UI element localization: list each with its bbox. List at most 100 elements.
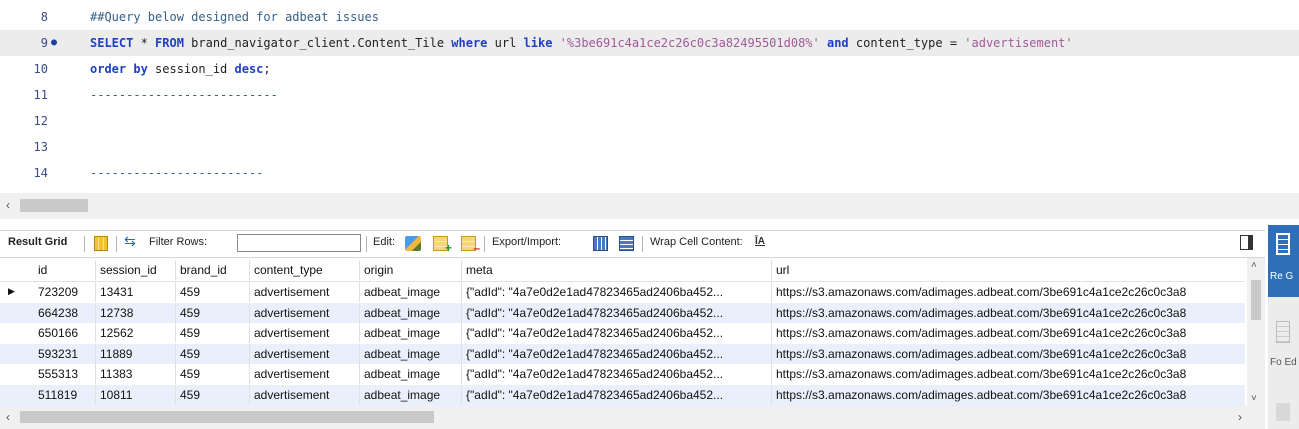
table-row[interactable]: 511819 10811 459 advertisement adbeat_image{…: [0, 384, 1252, 406]
table-cell[interactable]: advertisement: [250, 384, 360, 405]
code-token: 'advertisement': [964, 36, 1073, 50]
table-cell[interactable]: adbeat_image: [360, 343, 462, 364]
edit-pencil-icon[interactable]: [405, 236, 421, 251]
code-line[interactable]: 13: [0, 134, 1299, 160]
table-cell[interactable]: adbeat_image: [360, 323, 462, 343]
table-cell[interactable]: adbeat_image: [360, 364, 462, 384]
code-line[interactable]: 14 ------------------------: [0, 160, 1299, 186]
scroll-down-icon[interactable]: ˅: [1251, 393, 1257, 404]
table-cell[interactable]: 723209: [34, 282, 96, 302]
grid-hscroll-thumb[interactable]: [20, 411, 434, 423]
filter-icon[interactable]: ⇆: [124, 233, 140, 249]
table-cell[interactable]: advertisement: [250, 364, 360, 384]
import-icon[interactable]: [619, 236, 634, 251]
export-icon[interactable]: [593, 236, 608, 251]
table-row[interactable]: 555313 11383 459 advertisement adbeat_image{…: [0, 364, 1252, 386]
table-cell[interactable]: advertisement: [250, 302, 360, 323]
table-cell[interactable]: 593231: [34, 343, 96, 364]
table-cell[interactable]: 459: [176, 364, 250, 384]
table-cell[interactable]: 13431: [96, 282, 176, 302]
code-line[interactable]: 11 --------------------------: [0, 82, 1299, 108]
table-cell[interactable]: 459: [176, 302, 250, 323]
table-cell[interactable]: 459: [176, 384, 250, 405]
table-cell[interactable]: {"adId": "4a7e0d2e1ad47823465ad2406ba452…: [462, 384, 772, 405]
table-cell[interactable]: 511819: [34, 384, 96, 405]
grid-layout-icon[interactable]: [94, 236, 108, 251]
table-cell[interactable]: 459: [176, 282, 250, 302]
code-text[interactable]: ##Query below designed for adbeat issues: [90, 4, 379, 30]
code-line[interactable]: 8 ##Query below designed for adbeat issue…: [0, 4, 1299, 30]
table-cell[interactable]: advertisement: [250, 282, 360, 302]
code-text[interactable]: --------------------------: [90, 82, 278, 108]
editor-horizontal-scrollbar[interactable]: ‹: [0, 193, 1299, 219]
code-text[interactable]: SELECT * FROM brand_navigator_client.Con…: [90, 30, 1073, 56]
table-row[interactable]: 650166 12562 459 advertisement adbeat_image{…: [0, 323, 1252, 345]
panel-toggle-icon[interactable]: [1240, 235, 1253, 250]
table-cell[interactable]: 11889: [96, 343, 176, 364]
table-cell[interactable]: https://s3.amazonaws.com/adimages.adbeat…: [772, 323, 1252, 343]
column-header-meta[interactable]: meta: [462, 260, 772, 280]
result-grid-label[interactable]: Result Grid: [8, 236, 67, 248]
column-header-content-type[interactable]: content_type: [250, 260, 360, 280]
table-cell[interactable]: https://s3.amazonaws.com/adimages.adbeat…: [772, 384, 1252, 405]
side-form-editor-button[interactable]: Fo Ed: [1268, 321, 1299, 391]
table-cell[interactable]: https://s3.amazonaws.com/adimages.adbeat…: [772, 302, 1252, 323]
grid-horizontal-scrollbar[interactable]: ‹ ›: [0, 406, 1265, 429]
sql-editor[interactable]: 8 ##Query below designed for adbeat issue…: [0, 0, 1299, 193]
editor-scroll-thumb[interactable]: [20, 199, 88, 212]
table-cell[interactable]: {"adId": "4a7e0d2e1ad47823465ad2406ba452…: [462, 364, 772, 384]
column-header-session-id[interactable]: session_id: [96, 260, 176, 280]
side-result-grid-button[interactable]: Re G: [1268, 225, 1299, 297]
scroll-up-icon[interactable]: ˄: [1251, 260, 1257, 271]
code-line[interactable]: 12: [0, 108, 1299, 134]
code-token: order by: [90, 62, 148, 76]
table-cell[interactable]: 664238: [34, 302, 96, 323]
column-header-origin[interactable]: origin: [360, 260, 462, 280]
table-cell[interactable]: 12738: [96, 302, 176, 323]
code-token: '%3be691c4a1ce2c26c0c3a82495501d08%': [559, 36, 820, 50]
table-cell[interactable]: advertisement: [250, 343, 360, 364]
table-cell[interactable]: adbeat_image: [360, 384, 462, 405]
edit-label: Edit:: [373, 236, 396, 248]
table-row[interactable]: ▶ 723209 13431 459 advertisement adbeat_image…: [0, 282, 1252, 304]
table-cell[interactable]: adbeat_image: [360, 282, 462, 302]
side-panel-icon[interactable]: [1276, 403, 1290, 421]
table-cell[interactable]: {"adId": "4a7e0d2e1ad47823465ad2406ba452…: [462, 282, 772, 302]
table-cell[interactable]: 650166: [34, 323, 96, 343]
delete-row-icon[interactable]: [461, 236, 480, 255]
grid-vertical-scrollbar[interactable]: ˄ ˅: [1247, 258, 1265, 406]
scroll-right-icon[interactable]: ›: [1238, 410, 1242, 424]
table-cell[interactable]: adbeat_image: [360, 302, 462, 323]
table-cell[interactable]: 459: [176, 323, 250, 343]
filter-rows-input[interactable]: [237, 234, 361, 252]
code-line[interactable]: 10 order by session_id desc;: [0, 56, 1299, 82]
code-text[interactable]: order by session_id desc;: [90, 56, 271, 82]
table-cell[interactable]: {"adId": "4a7e0d2e1ad47823465ad2406ba452…: [462, 343, 772, 364]
wrap-cell-content-icon[interactable]: ĪA: [755, 236, 765, 247]
scroll-left-icon[interactable]: ‹: [6, 198, 10, 212]
table-cell[interactable]: https://s3.amazonaws.com/adimages.adbeat…: [772, 364, 1252, 384]
table-cell[interactable]: https://s3.amazonaws.com/adimages.adbeat…: [772, 343, 1252, 364]
table-cell[interactable]: 10811: [96, 384, 176, 405]
table-cell[interactable]: 555313: [34, 364, 96, 384]
table-cell[interactable]: https://s3.amazonaws.com/adimages.adbeat…: [772, 282, 1252, 302]
table-row[interactable]: 664238 12738 459 advertisement adbeat_image{…: [0, 302, 1252, 325]
table-row[interactable]: 593231 11889 459 advertisement adbeat_image{…: [0, 343, 1252, 366]
table-cell[interactable]: 11383: [96, 364, 176, 384]
table-cell[interactable]: {"adId": "4a7e0d2e1ad47823465ad2406ba452…: [462, 323, 772, 343]
line-number: 10: [33, 62, 48, 76]
grid-vscroll-thumb[interactable]: [1251, 280, 1261, 320]
result-grid[interactable]: id session_id brand_id content_type origin me…: [0, 258, 1253, 406]
table-cell[interactable]: {"adId": "4a7e0d2e1ad47823465ad2406ba452…: [462, 302, 772, 323]
code-line[interactable]: 9 ● SELECT * FROM brand_navigator_client.C…: [0, 30, 1299, 56]
code-text[interactable]: ------------------------: [90, 160, 263, 186]
column-header-brand-id[interactable]: brand_id: [176, 260, 250, 280]
table-cell[interactable]: advertisement: [250, 323, 360, 343]
table-cell[interactable]: 12562: [96, 323, 176, 343]
column-header-url[interactable]: url: [772, 260, 1252, 280]
table-cell[interactable]: 459: [176, 343, 250, 364]
scroll-left-icon[interactable]: ‹: [6, 410, 10, 424]
add-row-icon[interactable]: [433, 236, 452, 255]
column-header-id[interactable]: id: [34, 260, 96, 280]
